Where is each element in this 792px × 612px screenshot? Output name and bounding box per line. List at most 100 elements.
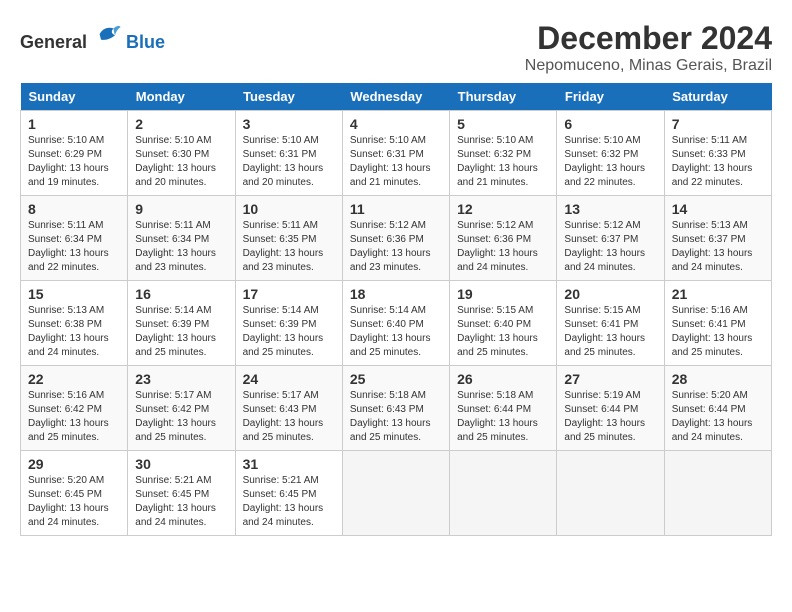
- day-cell-11: 11Sunrise: 5:12 AMSunset: 6:36 PMDayligh…: [342, 196, 449, 281]
- logo-general: General: [20, 32, 87, 52]
- day-cell-18: 18Sunrise: 5:14 AMSunset: 6:40 PMDayligh…: [342, 281, 449, 366]
- empty-cell: [664, 451, 771, 536]
- day-info: Sunrise: 5:10 AMSunset: 6:32 PMDaylight:…: [457, 135, 538, 188]
- day-info: Sunrise: 5:17 AMSunset: 6:43 PMDaylight:…: [243, 390, 324, 443]
- day-info: Sunrise: 5:10 AMSunset: 6:32 PMDaylight:…: [564, 135, 645, 188]
- day-number: 29: [28, 456, 120, 472]
- day-info: Sunrise: 5:20 AMSunset: 6:44 PMDaylight:…: [672, 390, 753, 443]
- day-cell-28: 28 Sunrise: 5:20 AMSunset: 6:44 PMDayligh…: [664, 366, 771, 451]
- day-cell-14: 14 Sunrise: 5:13 AMSunset: 6:37 PMDayligh…: [664, 196, 771, 281]
- day-cell-17: 17 Sunrise: 5:14 AMSunset: 6:39 PMDayligh…: [235, 281, 342, 366]
- day-info: Sunrise: 5:10 AMSunset: 6:30 PMDaylight:…: [135, 135, 216, 188]
- week-row-1: 1 Sunrise: 5:10 AMSunset: 6:29 PMDaylight…: [21, 111, 772, 196]
- day-cell-20: 20 Sunrise: 5:15 AMSunset: 6:41 PMDayligh…: [557, 281, 664, 366]
- col-header-sunday: Sunday: [21, 83, 128, 111]
- day-info: Sunrise: 5:14 AMSunset: 6:39 PMDaylight:…: [135, 305, 216, 358]
- calendar-table: SundayMondayTuesdayWednesdayThursdayFrid…: [20, 83, 772, 536]
- col-header-tuesday: Tuesday: [235, 83, 342, 111]
- month-title: December 2024: [525, 20, 772, 57]
- day-cell-27: 27 Sunrise: 5:19 AMSunset: 6:44 PMDayligh…: [557, 366, 664, 451]
- day-info: Sunrise: 5:19 AMSunset: 6:44 PMDaylight:…: [564, 390, 645, 443]
- day-number: 31: [243, 456, 335, 472]
- day-number: 17: [243, 286, 335, 302]
- empty-cell: [342, 451, 449, 536]
- day-number: 26: [457, 371, 549, 387]
- day-cell-12: 12Sunrise: 5:12 AMSunset: 6:36 PMDayligh…: [450, 196, 557, 281]
- week-row-3: 15Sunrise: 5:13 AMSunset: 6:38 PMDayligh…: [21, 281, 772, 366]
- day-info: Sunrise: 5:12 AMSunset: 6:37 PMDaylight:…: [564, 220, 645, 273]
- day-info: Sunrise: 5:16 AMSunset: 6:41 PMDaylight:…: [672, 305, 753, 358]
- day-info: Sunrise: 5:10 AMSunset: 6:29 PMDaylight:…: [28, 135, 109, 188]
- day-number: 2: [135, 116, 227, 132]
- day-number: 20: [564, 286, 656, 302]
- day-info: Sunrise: 5:15 AMSunset: 6:41 PMDaylight:…: [564, 305, 645, 358]
- day-info: Sunrise: 5:15 AMSunset: 6:40 PMDaylight:…: [457, 305, 538, 358]
- day-number: 10: [243, 201, 335, 217]
- day-cell-8: 8 Sunrise: 5:11 AMSunset: 6:34 PMDaylight…: [21, 196, 128, 281]
- day-cell-15: 15Sunrise: 5:13 AMSunset: 6:38 PMDayligh…: [21, 281, 128, 366]
- day-number: 25: [350, 371, 442, 387]
- day-info: Sunrise: 5:11 AMSunset: 6:35 PMDaylight:…: [243, 220, 324, 273]
- day-info: Sunrise: 5:17 AMSunset: 6:42 PMDaylight:…: [135, 390, 216, 443]
- day-info: Sunrise: 5:13 AMSunset: 6:38 PMDaylight:…: [28, 305, 109, 358]
- col-header-wednesday: Wednesday: [342, 83, 449, 111]
- day-number: 8: [28, 201, 120, 217]
- logo-bird-icon: [94, 20, 122, 48]
- day-number: 24: [243, 371, 335, 387]
- day-cell-13: 13 Sunrise: 5:12 AMSunset: 6:37 PMDayligh…: [557, 196, 664, 281]
- day-info: Sunrise: 5:11 AMSunset: 6:34 PMDaylight:…: [28, 220, 109, 273]
- day-number: 21: [672, 286, 764, 302]
- day-info: Sunrise: 5:21 AMSunset: 6:45 PMDaylight:…: [243, 475, 324, 528]
- day-cell-3: 3Sunrise: 5:10 AMSunset: 6:31 PMDaylight…: [235, 111, 342, 196]
- day-cell-25: 25 Sunrise: 5:18 AMSunset: 6:43 PMDayligh…: [342, 366, 449, 451]
- empty-cell: [557, 451, 664, 536]
- day-number: 22: [28, 371, 120, 387]
- day-info: Sunrise: 5:16 AMSunset: 6:42 PMDaylight:…: [28, 390, 109, 443]
- day-number: 11: [350, 201, 442, 217]
- day-number: 30: [135, 456, 227, 472]
- day-info: Sunrise: 5:14 AMSunset: 6:39 PMDaylight:…: [243, 305, 324, 358]
- location-title: Nepomuceno, Minas Gerais, Brazil: [525, 57, 772, 75]
- day-number: 16: [135, 286, 227, 302]
- day-cell-31: 31 Sunrise: 5:21 AMSunset: 6:45 PMDayligh…: [235, 451, 342, 536]
- day-number: 19: [457, 286, 549, 302]
- logo-text: General Blue: [20, 20, 165, 53]
- day-info: Sunrise: 5:21 AMSunset: 6:45 PMDaylight:…: [135, 475, 216, 528]
- empty-cell: [450, 451, 557, 536]
- day-cell-24: 24 Sunrise: 5:17 AMSunset: 6:43 PMDayligh…: [235, 366, 342, 451]
- day-cell-21: 21 Sunrise: 5:16 AMSunset: 6:41 PMDayligh…: [664, 281, 771, 366]
- day-info: Sunrise: 5:14 AMSunset: 6:40 PMDaylight:…: [350, 305, 431, 358]
- day-cell-5: 5 Sunrise: 5:10 AMSunset: 6:32 PMDaylight…: [450, 111, 557, 196]
- day-number: 14: [672, 201, 764, 217]
- day-info: Sunrise: 5:20 AMSunset: 6:45 PMDaylight:…: [28, 475, 109, 528]
- logo: General Blue: [20, 20, 165, 53]
- day-number: 7: [672, 116, 764, 132]
- day-number: 4: [350, 116, 442, 132]
- day-info: Sunrise: 5:18 AMSunset: 6:43 PMDaylight:…: [350, 390, 431, 443]
- day-number: 9: [135, 201, 227, 217]
- day-number: 13: [564, 201, 656, 217]
- day-cell-26: 26 Sunrise: 5:18 AMSunset: 6:44 PMDayligh…: [450, 366, 557, 451]
- day-info: Sunrise: 5:10 AMSunset: 6:31 PMDaylight:…: [350, 135, 431, 188]
- day-number: 5: [457, 116, 549, 132]
- day-info: Sunrise: 5:13 AMSunset: 6:37 PMDaylight:…: [672, 220, 753, 273]
- day-number: 1: [28, 116, 120, 132]
- day-number: 27: [564, 371, 656, 387]
- logo-blue: Blue: [126, 32, 165, 52]
- day-cell-16: 16 Sunrise: 5:14 AMSunset: 6:39 PMDayligh…: [128, 281, 235, 366]
- day-info: Sunrise: 5:11 AMSunset: 6:33 PMDaylight:…: [672, 135, 753, 188]
- day-number: 28: [672, 371, 764, 387]
- col-header-thursday: Thursday: [450, 83, 557, 111]
- day-cell-2: 2 Sunrise: 5:10 AMSunset: 6:30 PMDaylight…: [128, 111, 235, 196]
- day-cell-6: 6Sunrise: 5:10 AMSunset: 6:32 PMDaylight…: [557, 111, 664, 196]
- col-header-saturday: Saturday: [664, 83, 771, 111]
- day-info: Sunrise: 5:18 AMSunset: 6:44 PMDaylight:…: [457, 390, 538, 443]
- week-row-2: 8 Sunrise: 5:11 AMSunset: 6:34 PMDaylight…: [21, 196, 772, 281]
- day-number: 12: [457, 201, 549, 217]
- day-cell-22: 22 Sunrise: 5:16 AMSunset: 6:42 PMDayligh…: [21, 366, 128, 451]
- day-number: 23: [135, 371, 227, 387]
- page-header: General Blue December 2024 Nepomuceno, M…: [20, 20, 772, 75]
- title-section: December 2024 Nepomuceno, Minas Gerais, …: [525, 20, 772, 75]
- week-row-5: 29 Sunrise: 5:20 AMSunset: 6:45 PMDayligh…: [21, 451, 772, 536]
- day-info: Sunrise: 5:10 AMSunset: 6:31 PMDaylight:…: [243, 135, 324, 188]
